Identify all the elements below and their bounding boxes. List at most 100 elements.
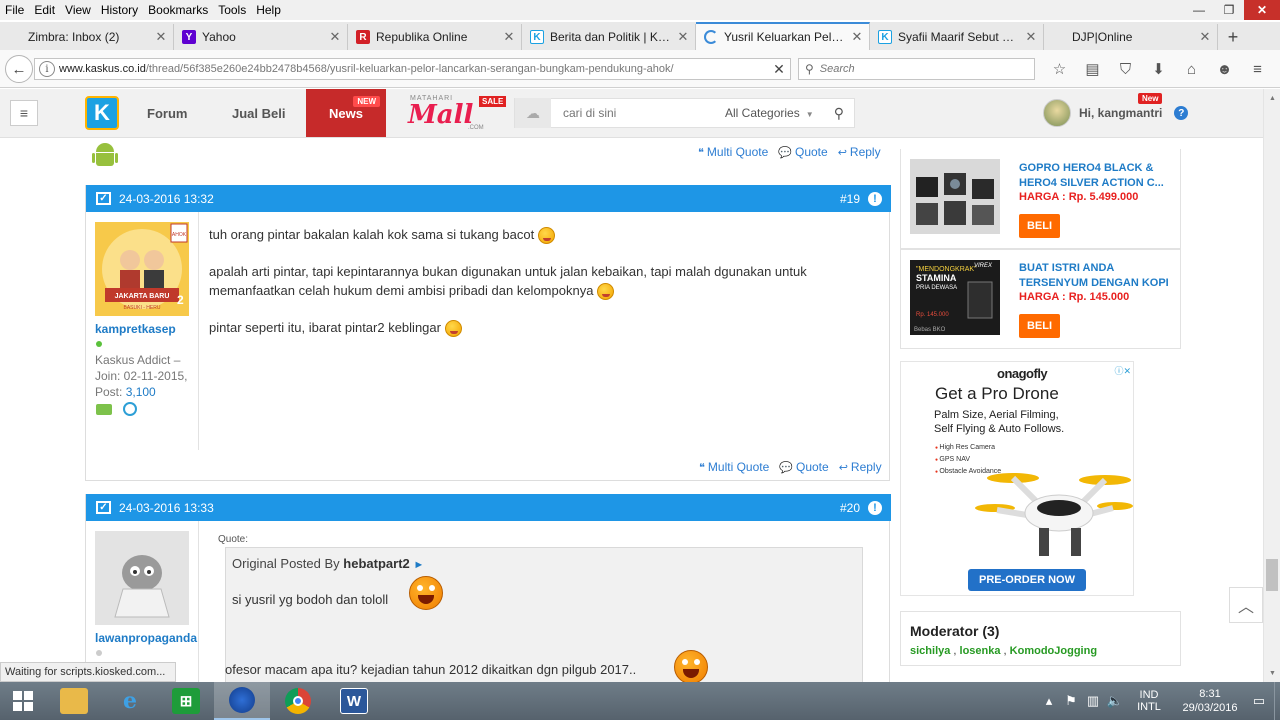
browser-search-box[interactable]: ⚲ bbox=[798, 58, 1035, 80]
tab-yusril-active[interactable]: Yusril Keluarkan Pelor... ✕ bbox=[696, 22, 870, 50]
taskbar-chrome[interactable] bbox=[270, 682, 326, 720]
menu-bookmarks[interactable]: Bookmarks bbox=[143, 3, 213, 17]
start-button[interactable] bbox=[0, 682, 46, 720]
checkbox-icon[interactable]: ✓ bbox=[96, 192, 111, 205]
close-tab-icon[interactable]: ✕ bbox=[1199, 29, 1211, 45]
moderator-link[interactable]: KomodoJogging bbox=[1010, 645, 1097, 657]
username[interactable]: kampretkasep bbox=[95, 322, 176, 336]
reply-button[interactable]: ↩ Reply bbox=[838, 145, 881, 159]
menu-tools[interactable]: Tools bbox=[213, 3, 251, 17]
user-greeting[interactable]: Hi, kangmantri bbox=[1079, 106, 1162, 120]
menu-edit[interactable]: Edit bbox=[29, 3, 60, 17]
pre-order-button[interactable]: PRE-ORDER NOW bbox=[968, 569, 1086, 591]
taskbar-internet-explorer[interactable]: e bbox=[102, 682, 158, 720]
close-tab-icon[interactable]: ✕ bbox=[329, 29, 341, 45]
kaskus-logo[interactable]: K bbox=[85, 96, 119, 130]
bookmark-star-icon[interactable]: ☆ bbox=[1043, 59, 1076, 79]
taskbar-file-explorer[interactable] bbox=[46, 682, 102, 720]
report-icon[interactable]: ! bbox=[868, 500, 882, 515]
tab-syafii[interactable]: K Syafii Maarif Sebut Ka... ✕ bbox=[870, 24, 1044, 50]
page-scrollbar[interactable]: ▲ ▼ bbox=[1263, 89, 1280, 682]
tab-yahoo[interactable]: Y Yahoo ✕ bbox=[174, 24, 348, 50]
minimize-button[interactable]: — bbox=[1184, 0, 1214, 20]
scroll-to-top-button[interactable]: ︿ bbox=[1229, 587, 1263, 623]
close-window-button[interactable]: ✕ bbox=[1244, 0, 1280, 20]
quote-author[interactable]: hebatpart2 bbox=[343, 556, 409, 571]
open-menu-icon[interactable]: ≡ bbox=[1241, 59, 1274, 79]
buy-button[interactable]: BELI bbox=[1019, 314, 1060, 338]
flag-icon[interactable]: ⚑ bbox=[1060, 693, 1082, 709]
home-icon[interactable]: ⌂ bbox=[1175, 59, 1208, 79]
pocket-icon[interactable]: ⛉ bbox=[1109, 59, 1142, 79]
category-select[interactable]: All Categories ▼ bbox=[725, 106, 814, 120]
system-clock[interactable]: 8:31 29/03/2016 bbox=[1172, 687, 1248, 715]
close-tab-icon[interactable]: ✕ bbox=[677, 29, 689, 45]
buy-button[interactable]: BELI bbox=[1019, 214, 1060, 238]
hamburger-menu-icon[interactable]: ≡ bbox=[10, 100, 38, 126]
scrollbar-thumb[interactable] bbox=[1266, 559, 1278, 591]
user-avatar-jakarta-baru[interactable]: JAKARTA BARU BASUKI - HERU AHOK 2 bbox=[95, 222, 189, 316]
back-button[interactable]: ← bbox=[5, 55, 33, 83]
url-bar[interactable]: i www.kaskus.co.id/thread/56f385e260e24b… bbox=[34, 58, 791, 80]
user-area[interactable]: Hi, kangmantri New ? bbox=[1043, 93, 1189, 128]
browser-search-input[interactable] bbox=[819, 63, 1010, 75]
help-icon[interactable]: ? bbox=[1174, 106, 1189, 120]
nav-forum[interactable]: Forum bbox=[147, 89, 187, 137]
gopro-product-image[interactable] bbox=[910, 159, 1000, 234]
menu-file[interactable]: File bbox=[0, 3, 29, 17]
report-icon[interactable]: ! bbox=[868, 191, 882, 206]
clear-url-icon[interactable]: ✕ bbox=[768, 61, 790, 78]
kopi-product-image[interactable]: "MENDONGKRAK" STAMINA PRIA DEWASA VIREX … bbox=[910, 260, 1000, 335]
multi-quote-button[interactable]: ❝ Multi Quote bbox=[699, 460, 769, 474]
taskbar-firefox[interactable] bbox=[214, 682, 270, 720]
taskbar-store[interactable]: ⊞ bbox=[158, 682, 214, 720]
taskbar-word[interactable]: W bbox=[326, 682, 382, 720]
scroll-up-icon[interactable]: ▲ bbox=[1264, 91, 1280, 105]
reply-button[interactable]: ↩ Reply bbox=[839, 460, 882, 474]
tab-djp[interactable]: DJP|Online ✕ bbox=[1044, 24, 1218, 50]
adchoices-icon[interactable]: ⓘ✕ bbox=[1114, 364, 1131, 377]
menu-history[interactable]: History bbox=[96, 3, 143, 17]
post-number[interactable]: #19 bbox=[840, 192, 860, 206]
moderator-link[interactable]: sichilya bbox=[910, 645, 950, 657]
nav-jual-beli[interactable]: Jual Beli bbox=[232, 89, 285, 137]
search-icon[interactable]: ⚲ bbox=[834, 105, 844, 122]
site-search-input[interactable] bbox=[563, 106, 713, 120]
nav-news[interactable]: News NEW bbox=[306, 89, 386, 137]
tab-kaskus-politik[interactable]: K Berita dan Politik | KA... ✕ bbox=[522, 24, 696, 50]
moderator-link[interactable]: losenka bbox=[960, 645, 1001, 657]
drone-advertisement[interactable]: onagofly ⓘ✕ Get a Pro Drone Palm Size, A… bbox=[900, 361, 1134, 596]
product-card-kopi[interactable]: "MENDONGKRAK" STAMINA PRIA DEWASA VIREX … bbox=[900, 249, 1181, 349]
show-hidden-icons-icon[interactable]: ▴ bbox=[1038, 693, 1060, 709]
post-number[interactable]: #20 bbox=[840, 501, 860, 515]
input-language[interactable]: IND INTL bbox=[1134, 689, 1164, 713]
show-desktop-button[interactable] bbox=[1274, 682, 1280, 720]
new-tab-button[interactable]: + bbox=[1218, 24, 1248, 50]
tab-zimbra[interactable]: Zimbra: Inbox (2) ✕ bbox=[0, 24, 174, 50]
action-center-icon[interactable]: ▭ bbox=[1248, 693, 1270, 709]
checkbox-icon[interactable]: ✓ bbox=[96, 501, 111, 514]
multi-quote-button[interactable]: ❝ Multi Quote bbox=[698, 145, 768, 159]
url-text[interactable]: www.kaskus.co.id/thread/56f385e260e24bb2… bbox=[59, 63, 768, 75]
restore-button[interactable]: ❐ bbox=[1214, 0, 1244, 20]
product-title[interactable]: GOPRO HERO4 BLACK & HERO4 SILVER ACTION C… bbox=[1019, 161, 1174, 191]
chat-icon[interactable]: ☻ bbox=[1208, 59, 1241, 79]
menu-view[interactable]: View bbox=[60, 3, 96, 17]
product-card-gopro[interactable]: GOPRO HERO4 BLACK & HERO4 SILVER ACTION C… bbox=[900, 149, 1181, 249]
close-tab-icon[interactable]: ✕ bbox=[1025, 29, 1037, 45]
matahari-mall-logo[interactable]: MATAHARI Mall .COM SALE bbox=[408, 95, 508, 131]
site-info-icon[interactable]: i bbox=[39, 61, 55, 77]
close-tab-icon[interactable]: ✕ bbox=[851, 29, 863, 45]
view-post-arrow-icon[interactable]: ► bbox=[413, 559, 424, 571]
close-tab-icon[interactable]: ✕ bbox=[155, 29, 167, 45]
reading-list-icon[interactable]: ▤ bbox=[1076, 59, 1109, 79]
menu-help[interactable]: Help bbox=[251, 3, 286, 17]
product-title[interactable]: BUAT ISTRI ANDA TERSENYUM DENGAN KOPI bbox=[1019, 261, 1174, 291]
user-avatar-default[interactable] bbox=[95, 531, 189, 625]
quote-button[interactable]: 💬 Quote bbox=[778, 145, 827, 159]
username[interactable]: lawanpropaganda bbox=[95, 631, 197, 645]
network-icon[interactable]: ▥ bbox=[1082, 693, 1104, 709]
download-icon[interactable]: ⬇ bbox=[1142, 59, 1175, 79]
scroll-down-icon[interactable]: ▼ bbox=[1264, 666, 1280, 680]
tab-republika[interactable]: R Republika Online ✕ bbox=[348, 24, 522, 50]
